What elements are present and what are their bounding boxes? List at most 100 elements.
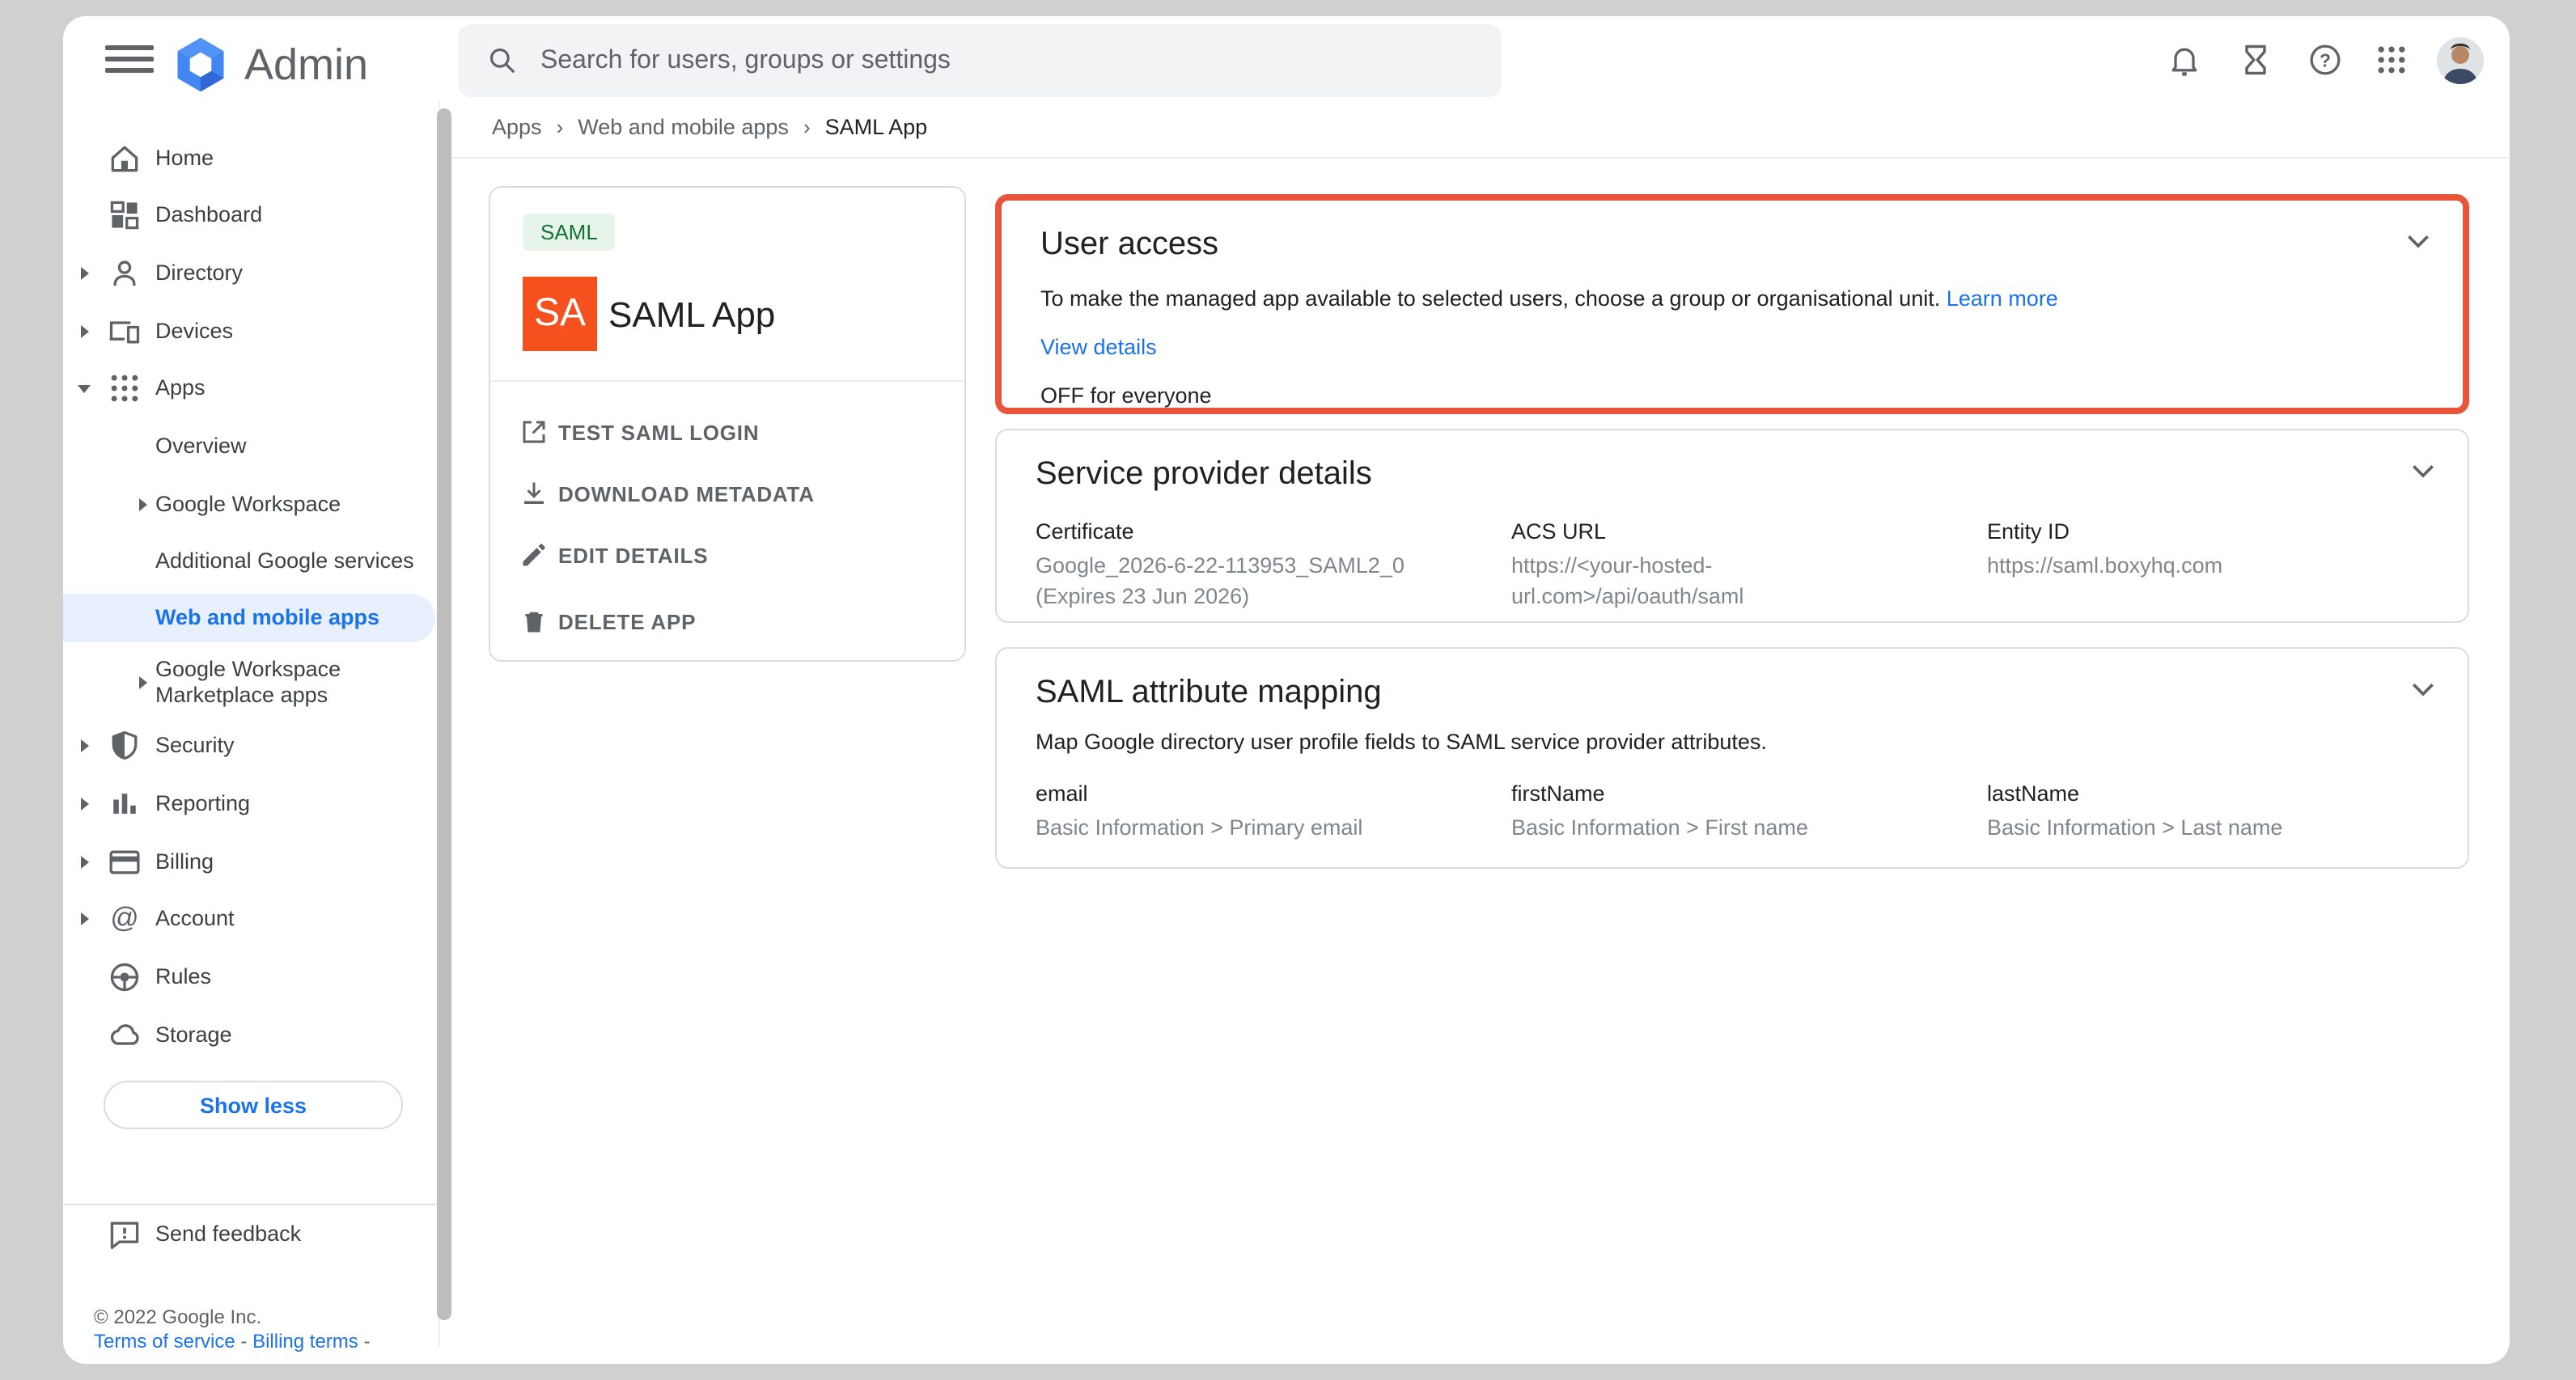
app-summary-card: SAML SA SAML App TEST SAML LOGIN DOWNLOA… <box>489 186 966 662</box>
expand-arrow-icon <box>139 498 147 511</box>
sidebar-item-google-workspace[interactable]: Google Workspace <box>63 476 439 534</box>
service-provider-card: Service provider details Certificate Goo… <box>995 429 2469 623</box>
sidebar-item-devices[interactable]: Devices <box>63 303 439 361</box>
sidebar-item-google-workspace-marketplace-apps[interactable]: Google Workspace Marketplace apps <box>63 639 439 726</box>
expand-arrow-icon <box>81 325 89 338</box>
sidebar-footer: © 2022 Google Inc. Terms of service - Bi… <box>94 1306 371 1354</box>
saml-badge: SAML <box>523 214 616 251</box>
brand-label: Admin <box>244 40 368 90</box>
user-access-description: To make the managed app available to sel… <box>1040 286 1940 311</box>
show-less-button[interactable]: Show less <box>104 1081 403 1129</box>
download-metadata-button[interactable]: DOWNLOAD METADATA <box>490 466 964 521</box>
tasks-hourglass-icon[interactable] <box>2238 42 2273 78</box>
user-access-card: User access To make the managed app avai… <box>995 194 2469 414</box>
bar-chart-icon <box>107 786 142 822</box>
at-sign-icon: @ <box>107 901 142 937</box>
search-icon <box>487 45 518 76</box>
shield-icon <box>107 728 142 764</box>
sidebar-item-account[interactable]: @ Account <box>63 890 439 948</box>
chevron-down-icon[interactable] <box>2411 678 2435 707</box>
breadcrumb-apps[interactable]: Apps <box>492 115 542 139</box>
admin-console-window: Admin ? <box>63 16 2510 1364</box>
svg-text:?: ? <box>2320 49 2331 70</box>
pencil-icon <box>519 540 549 569</box>
learn-more-link[interactable]: Learn more <box>1947 286 2058 311</box>
breadcrumb: Apps › Web and mobile apps › SAML App <box>492 115 927 139</box>
notifications-bell-icon[interactable] <box>2167 42 2202 78</box>
open-in-new-icon <box>519 417 549 447</box>
view-details-link[interactable]: View details <box>1040 335 1157 359</box>
edit-details-button[interactable]: EDIT DETAILS <box>490 527 964 582</box>
admin-hexagon-icon <box>170 34 231 95</box>
svg-text:@: @ <box>110 902 138 933</box>
sidebar-item-web-and-mobile-apps[interactable]: Web and mobile apps <box>63 594 435 642</box>
chevron-down-icon[interactable] <box>2411 459 2435 489</box>
send-feedback-button[interactable]: Send feedback <box>63 1207 439 1262</box>
expand-arrow-icon <box>81 267 89 280</box>
expand-arrow-icon <box>81 856 89 869</box>
screenshot-stage: Admin ? <box>0 0 2576 1380</box>
expand-arrow-icon <box>81 798 89 811</box>
attribute-mapping-title: SAML attribute mapping <box>1036 671 2429 713</box>
expand-arrow-icon <box>81 912 89 925</box>
email-mapping: email Basic Information > Primary email <box>1036 778 1511 843</box>
breadcrumb-separator-icon: › <box>557 115 564 139</box>
expand-arrow-icon <box>81 739 89 752</box>
sidebar-divider <box>63 1204 439 1205</box>
attribute-mapping-card: SAML attribute mapping Map Google direct… <box>995 647 2469 869</box>
acs-url-field: ACS URL https://<your-hosted- url.com>/a… <box>1511 516 1987 612</box>
sidebar-scrollbar[interactable] <box>437 108 451 1320</box>
sidebar-item-additional-google-services[interactable]: Additional Google services <box>63 532 439 591</box>
apps-grid-icon[interactable] <box>2374 42 2409 78</box>
apps-icon <box>107 370 142 406</box>
sidebar-item-billing[interactable]: Billing <box>63 833 439 891</box>
sidebar-item-security[interactable]: Security <box>63 717 439 775</box>
sidebar-item-home[interactable]: Home <box>63 129 439 188</box>
google-admin-logo: Admin <box>170 34 368 95</box>
feedback-icon <box>107 1217 142 1252</box>
sidebar-item-reporting[interactable]: Reporting <box>63 775 439 833</box>
service-provider-title: Service provider details <box>1036 453 2429 495</box>
search-input[interactable] <box>537 44 1417 77</box>
breadcrumb-separator-icon: › <box>803 115 811 139</box>
copyright: © 2022 Google Inc. <box>94 1306 371 1330</box>
card-divider <box>490 380 964 382</box>
collapse-arrow-icon <box>78 384 91 392</box>
sidebar-item-directory[interactable]: Directory <box>63 244 439 303</box>
delete-app-button[interactable]: DELETE APP <box>490 594 964 649</box>
home-icon <box>107 141 142 176</box>
rules-wheel-icon <box>107 959 142 995</box>
cloud-icon <box>107 1018 142 1053</box>
sidebar-item-apps[interactable]: Apps <box>63 359 439 417</box>
sidebar-item-overview[interactable]: Overview <box>63 417 439 476</box>
chevron-down-icon[interactable] <box>2406 230 2430 259</box>
search-bar <box>458 24 1502 97</box>
lastname-mapping: lastName Basic Information > Last name <box>1987 778 2463 843</box>
terms-of-service-link[interactable]: Terms of service <box>94 1330 235 1352</box>
attribute-mapping-description: Map Google directory user profile fields… <box>1036 726 2429 759</box>
menu-icon[interactable] <box>105 45 154 73</box>
entity-id-field: Entity ID https://saml.boxyhq.com <box>1987 516 2463 612</box>
trash-icon <box>519 607 549 636</box>
user-access-title: User access <box>1040 223 2424 265</box>
header-divider <box>439 157 2510 159</box>
download-icon <box>519 479 549 508</box>
help-icon[interactable]: ? <box>2307 42 2343 78</box>
sidebar-item-rules[interactable]: Rules <box>63 948 439 1006</box>
certificate-field: Certificate Google_2026-6-22-113953_SAML… <box>1036 516 1511 612</box>
firstname-mapping: firstName Basic Information > First name <box>1511 778 1987 843</box>
breadcrumb-current-page: SAML App <box>825 115 928 139</box>
app-avatar: SA <box>523 277 597 351</box>
user-access-status: OFF for everyone <box>1040 380 2424 413</box>
dashboard-icon <box>107 197 142 233</box>
profile-avatar[interactable] <box>2437 37 2484 84</box>
sidebar-item-storage[interactable]: Storage <box>63 1006 439 1065</box>
app-title: SAML App <box>608 294 775 337</box>
billing-terms-link[interactable]: Billing terms <box>252 1330 358 1352</box>
expand-arrow-icon <box>139 676 147 689</box>
person-icon <box>107 256 142 291</box>
credit-card-icon <box>107 845 142 880</box>
sidebar-item-dashboard[interactable]: Dashboard <box>63 186 439 244</box>
test-saml-login-button[interactable]: TEST SAML LOGIN <box>490 404 964 459</box>
breadcrumb-web-and-mobile-apps[interactable]: Web and mobile apps <box>578 115 789 139</box>
